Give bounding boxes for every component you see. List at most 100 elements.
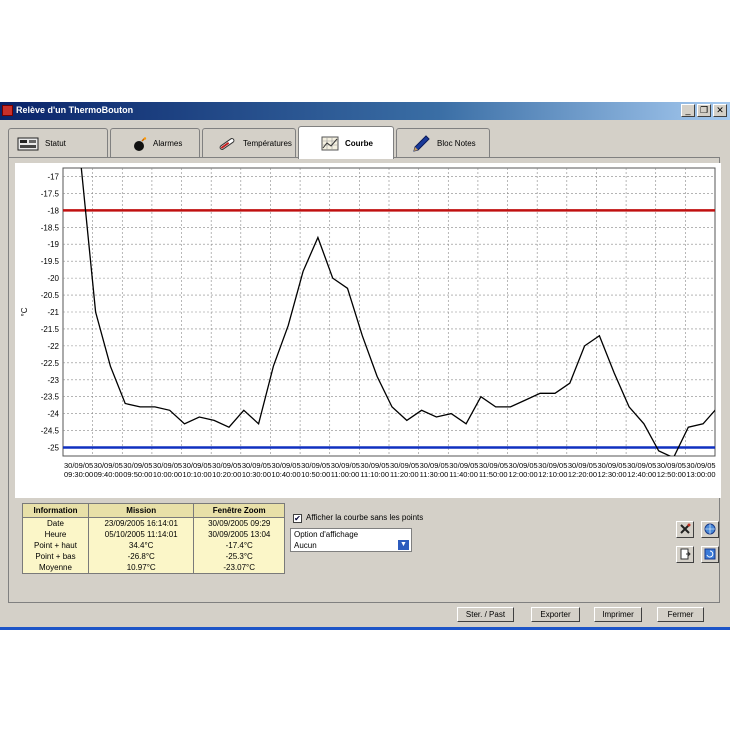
x-tick-label-time: 10:50:00 (301, 470, 330, 479)
refresh-button[interactable] (701, 546, 719, 563)
x-tick-label-date: 30/09/05 (449, 461, 478, 470)
x-tick-label-date: 30/09/05 (242, 461, 271, 470)
temperature-chart[interactable]: -17 -17.5 -18 -18.5 -19 -19.5 -20 -20.5 -21 -21.5… (15, 163, 721, 498)
tab-label: Températures (243, 139, 292, 148)
x-tick-label-time: 09:50:00 (123, 470, 152, 479)
x-tick-label-date: 30/09/05 (64, 461, 93, 470)
info-cell: -17.4°C (193, 540, 285, 551)
y-tick-label: -23.5 (41, 393, 60, 402)
status-panel-icon (17, 137, 39, 151)
tab-label: Courbe (345, 138, 373, 148)
x-tick-label-date: 30/09/05 (657, 461, 686, 470)
info-header: Fenêtre Zoom (193, 503, 285, 518)
info-cell: Point + haut (22, 540, 89, 551)
x-tick-label-date: 30/09/05 (597, 461, 626, 470)
print-button[interactable]: Imprimer (594, 607, 642, 622)
info-header: Information (22, 503, 89, 518)
x-tick-label-date: 30/09/05 (360, 461, 389, 470)
x-tick-label-time: 10:00:00 (153, 470, 182, 479)
tools-icon (679, 523, 691, 537)
tab-alarmes[interactable]: Alarmes (110, 128, 200, 158)
x-tick-label-time: 12:40:00 (627, 470, 656, 479)
pen-icon (411, 134, 431, 154)
bomb-icon (133, 136, 147, 151)
x-tick-label-time: 12:30:00 (597, 470, 626, 479)
chevron-down-icon[interactable]: ▼ (398, 540, 409, 550)
restore-button[interactable]: ❐ (697, 104, 711, 117)
x-tick-label-time: 09:30:00 (64, 470, 93, 479)
y-tick-label: -24.5 (41, 427, 60, 436)
x-tick-label-time: 11:00:00 (331, 470, 360, 479)
display-option-label: Option d'affichage (294, 530, 359, 539)
x-tick-label-time: 11:50:00 (479, 470, 508, 479)
export-file-button[interactable] (676, 546, 694, 563)
title-bar[interactable]: Relève d'un ThermoBouton _ ❐ ✕ (0, 102, 730, 120)
minimize-button[interactable]: _ (681, 104, 695, 117)
x-tick-label-date: 30/09/05 (686, 461, 715, 470)
table-row: Point + bas -26.8°C -25.3°C (22, 551, 285, 562)
globe-icon (704, 523, 716, 537)
close-button[interactable]: ✕ (713, 104, 727, 117)
info-cell: Heure (22, 529, 89, 540)
y-tick-label: -19 (47, 240, 59, 249)
show-curve-checkbox[interactable]: ✔ (293, 514, 302, 523)
x-tick-label-date: 30/09/05 (331, 461, 360, 470)
tab-label: Bloc Notes (437, 139, 476, 148)
close-window-button[interactable]: Fermer (657, 607, 704, 622)
x-tick-label-date: 30/09/05 (568, 461, 597, 470)
tab-label: Alarmes (153, 139, 183, 148)
tab-courbe[interactable]: Courbe (298, 126, 394, 159)
export-file-icon (679, 548, 691, 562)
y-tick-label: -22.5 (41, 359, 60, 368)
info-cell: -26.8°C (87, 551, 195, 562)
chart-svg: -17 -17.5 -18 -18.5 -19 -19.5 -20 -20.5 -21 -21.5… (20, 167, 716, 479)
y-tick-label: -22 (47, 342, 59, 351)
display-option-group: Option d'affichage Aucun ▼ (290, 528, 412, 552)
globe-button[interactable] (701, 521, 719, 538)
x-tick-label-date: 30/09/05 (479, 461, 508, 470)
table-row: Date 23/09/2005 16:14:01 30/09/2005 09:2… (22, 517, 285, 529)
info-header: Mission (87, 503, 195, 518)
x-tick-label-time: 10:30:00 (242, 470, 271, 479)
info-cell: 30/09/2005 13:04 (193, 529, 285, 540)
x-tick-label-time: 13:00:00 (686, 470, 715, 479)
info-cell: 30/09/2005 09:29 (193, 517, 285, 529)
table-row: Moyenne 10.97°C -23.07°C (22, 562, 285, 574)
ster-past-button[interactable]: Ster. / Past (457, 607, 514, 622)
x-tick-label-time: 11:30:00 (420, 470, 449, 479)
app-icon (2, 105, 13, 116)
x-tick-label-date: 30/09/05 (538, 461, 567, 470)
tab-statut[interactable]: Statut (8, 128, 108, 158)
y-tick-label: -17 (47, 172, 59, 181)
info-cell: Moyenne (22, 562, 89, 574)
x-tick-label-time: 12:50:00 (657, 470, 686, 479)
x-tick-label-date: 30/09/05 (183, 461, 212, 470)
x-tick-label-date: 30/09/05 (271, 461, 300, 470)
info-cell: 05/10/2005 11:14:01 (87, 529, 195, 540)
display-option-select[interactable]: Aucun (294, 541, 317, 550)
x-tick-label-time: 09:40:00 (94, 470, 123, 479)
info-cell: Date (22, 517, 89, 529)
window-title: Relève d'un ThermoBouton (16, 105, 134, 115)
info-cell: Point + bas (22, 551, 89, 562)
x-tick-label-time: 11:40:00 (449, 470, 478, 479)
y-tick-label: -20.5 (41, 291, 60, 300)
x-tick-label-time: 11:20:00 (390, 470, 419, 479)
info-cell: -25.3°C (193, 551, 285, 562)
tools-button[interactable] (676, 521, 694, 538)
x-tick-label-date: 30/09/05 (94, 461, 123, 470)
x-tick-label-time: 10:10:00 (183, 470, 212, 479)
tab-temperatures[interactable]: Températures (202, 128, 296, 158)
tab-label: Statut (45, 139, 66, 148)
show-curve-label: Afficher la courbe sans les points (306, 513, 424, 522)
y-tick-label: -21 (47, 308, 59, 317)
y-tick-label: -21.5 (41, 325, 60, 334)
refresh-icon (704, 548, 716, 562)
x-tick-label-time: 12:10:00 (538, 470, 567, 479)
x-tick-label-date: 30/09/05 (627, 461, 656, 470)
y-tick-label: -20 (47, 274, 59, 283)
export-button[interactable]: Exporter (531, 607, 580, 622)
table-row: Point + haut 34.4°C -17.4°C (22, 540, 285, 551)
tab-bloc-notes[interactable]: Bloc Notes (396, 128, 490, 158)
x-tick-label-date: 30/09/05 (212, 461, 241, 470)
